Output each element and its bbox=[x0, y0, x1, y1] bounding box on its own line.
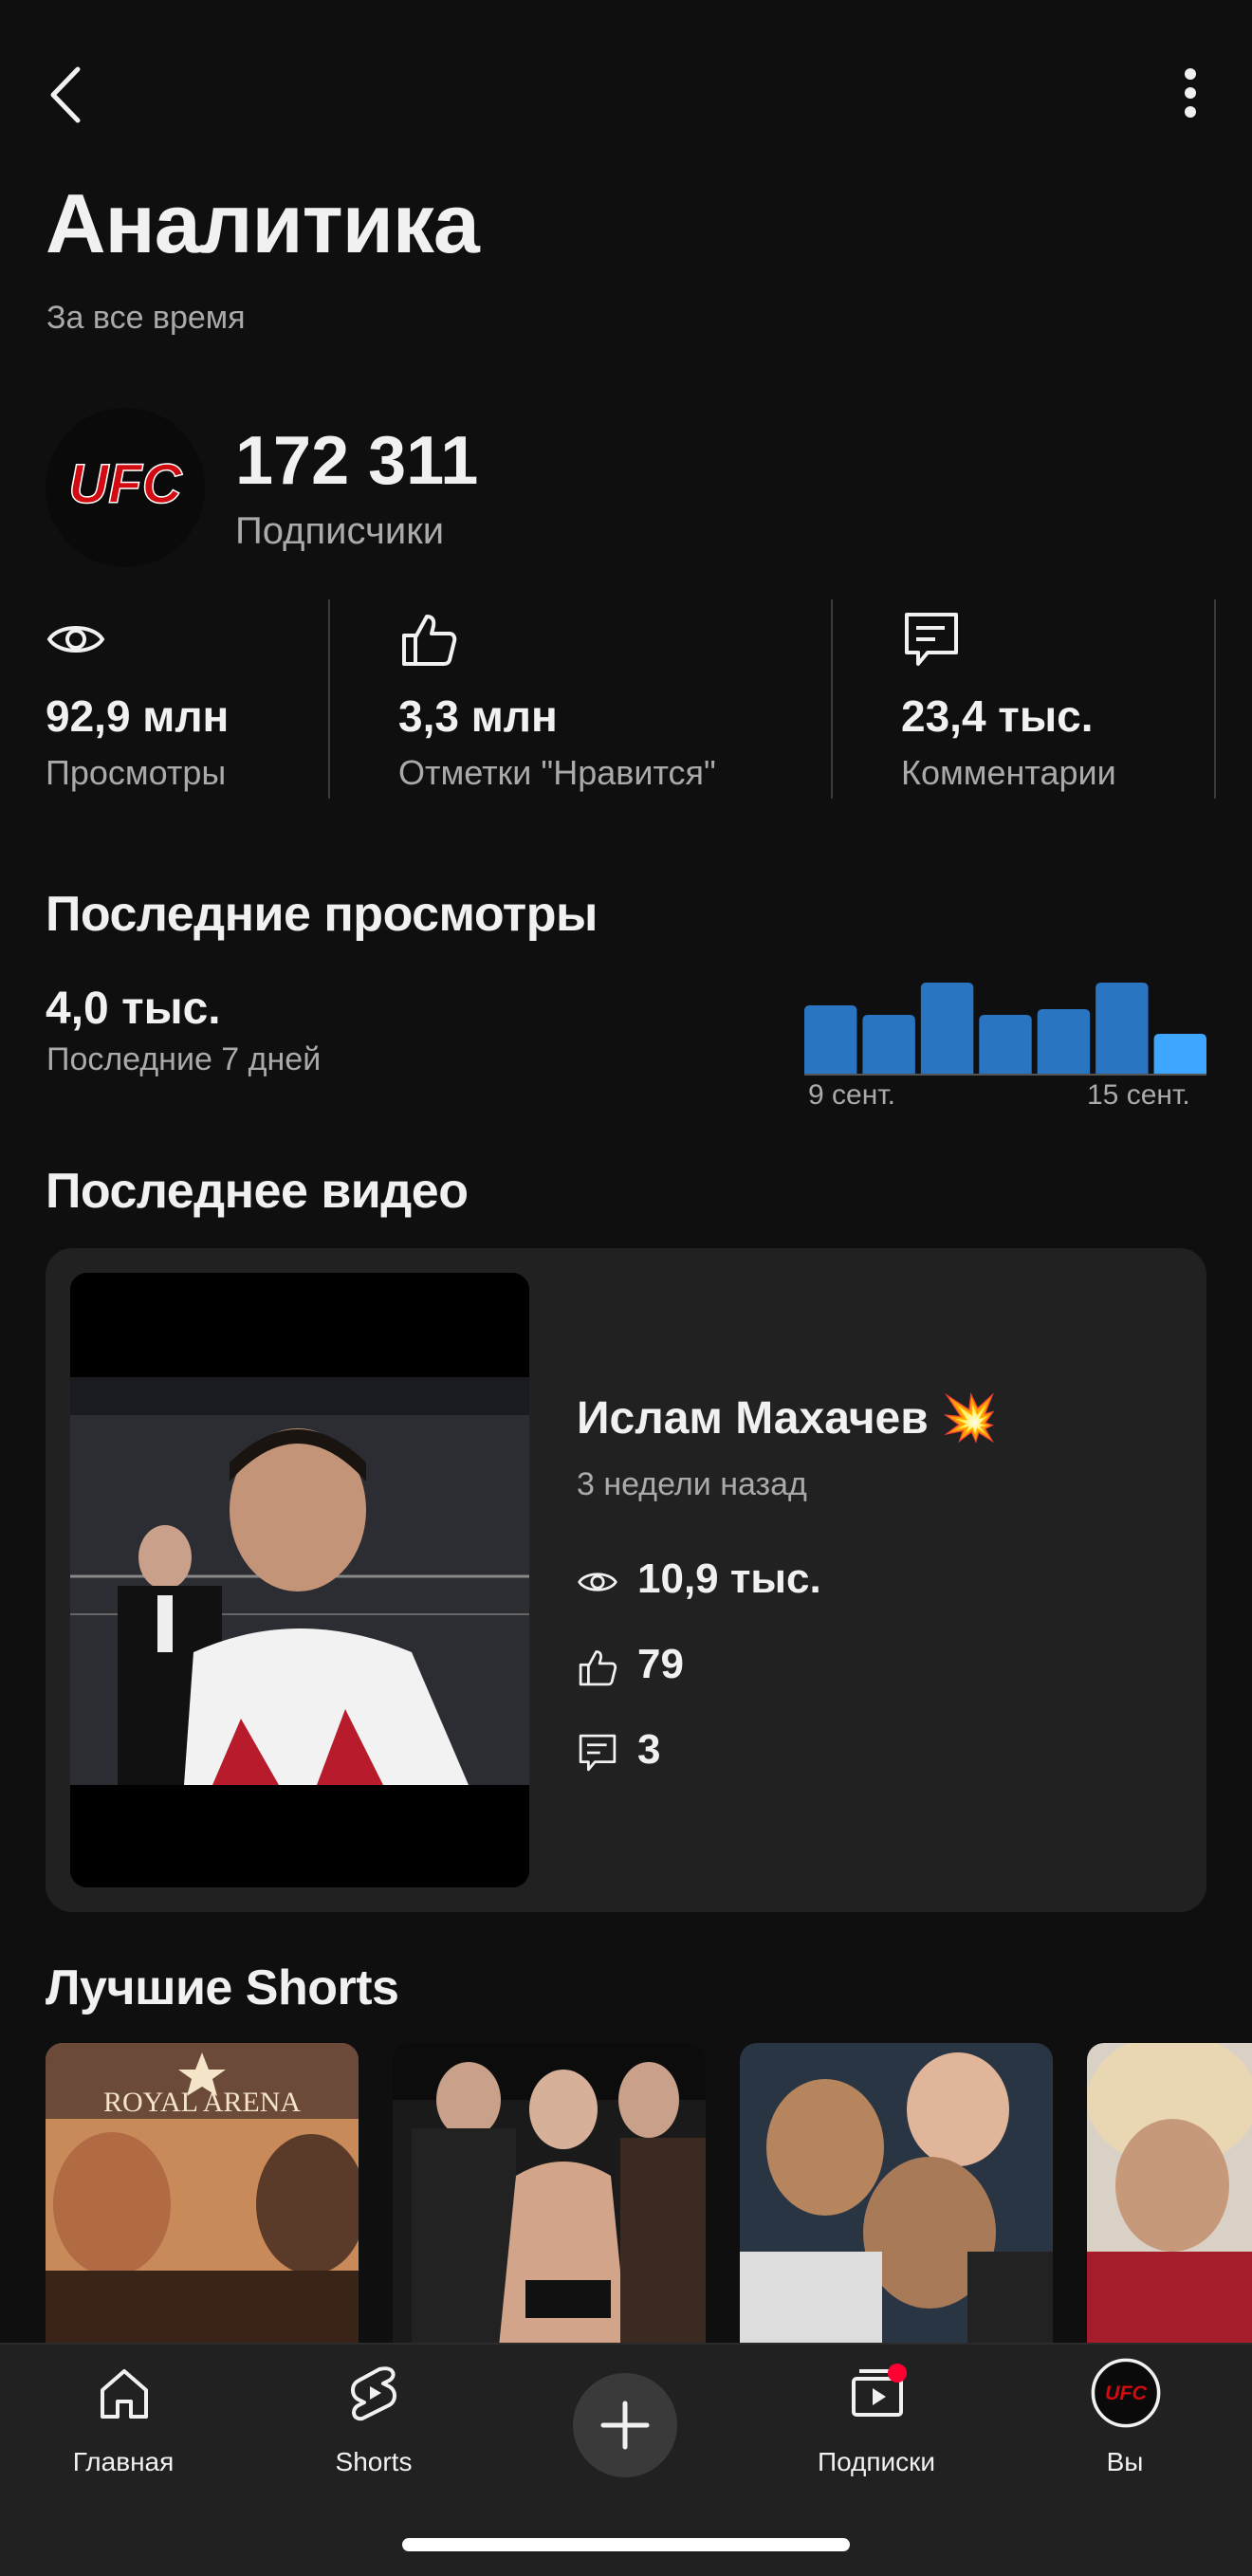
home-indicator bbox=[402, 2538, 850, 2551]
likes-value: 3,3 млн bbox=[398, 691, 558, 741]
page-subtitle: За все время bbox=[46, 300, 246, 336]
top-shorts-title: Лучшие Shorts bbox=[46, 1960, 399, 2015]
views-label: Просмотры bbox=[46, 753, 227, 792]
chart-tick-start: 9 сент. bbox=[808, 1079, 896, 1111]
short-thumbnail[interactable] bbox=[393, 2043, 706, 2346]
fighters-backstage-image bbox=[393, 2043, 706, 2346]
nav-you[interactable]: UFC Вы bbox=[1021, 2358, 1229, 2496]
eye-icon bbox=[46, 626, 105, 653]
notification-dot bbox=[888, 2364, 907, 2383]
fighter-papakha-image bbox=[1087, 2043, 1252, 2346]
video-views: 10,9 тыс. bbox=[577, 1552, 1051, 1609]
more-options-button[interactable] bbox=[1167, 64, 1214, 125]
shorts-icon bbox=[351, 2366, 396, 2421]
home-icon bbox=[101, 2369, 148, 2419]
recent-views-title: Последние просмотры bbox=[46, 887, 598, 942]
short-thumbnail[interactable] bbox=[1087, 2043, 1252, 2346]
chart-bar bbox=[1037, 1009, 1091, 1074]
chart-bar bbox=[862, 1015, 915, 1074]
fighters-faceoff-image: ROYAL ARENA bbox=[46, 2043, 359, 2346]
chart-bar bbox=[804, 1005, 857, 1074]
comment-icon bbox=[579, 1734, 617, 1772]
video-likes-value: 79 bbox=[637, 1641, 684, 1687]
nav-you-label: Вы bbox=[1106, 2447, 1144, 2476]
channel-stats: 92,9 млн Просмотры 3,3 млн Отметки "Нрав… bbox=[0, 599, 1252, 799]
recent-views-value: 4,0 тыс. bbox=[46, 984, 221, 1034]
chart-bar bbox=[1153, 1034, 1206, 1074]
nav-shorts[interactable]: Shorts bbox=[269, 2364, 478, 2496]
channel-summary: UFC 172 311 Подписчики bbox=[46, 408, 1184, 569]
video-comments: 3 bbox=[577, 1722, 1051, 1779]
shorts-carousel[interactable]: ROYAL ARENA bbox=[46, 2043, 1252, 2346]
comments-label: Комментарии bbox=[901, 753, 1116, 792]
chart-bar bbox=[1096, 983, 1149, 1074]
subscriptions-icon bbox=[852, 2364, 907, 2417]
short-thumbnail[interactable]: ROYAL ARENA bbox=[46, 2043, 359, 2346]
subscribers-label: Подписчики bbox=[235, 510, 445, 552]
eye-icon bbox=[578, 1573, 617, 1592]
svg-text:UFC: UFC bbox=[68, 453, 182, 515]
fighters-weighin-image bbox=[740, 2043, 1053, 2346]
comment-icon bbox=[905, 613, 958, 666]
likes-label: Отметки "Нравится" bbox=[398, 753, 716, 792]
comments-value: 23,4 тыс. bbox=[901, 691, 1094, 741]
thumbs-up-icon bbox=[579, 1650, 617, 1686]
avatar-icon: UFC bbox=[1091, 2358, 1161, 2428]
channel-avatar[interactable]: UFC bbox=[46, 408, 205, 567]
chart-tick-end: 15 сент. bbox=[1087, 1079, 1190, 1111]
video-title-text: Ислам Махачев bbox=[577, 1393, 929, 1444]
chart-bar bbox=[979, 1015, 1032, 1074]
collision-emoji-icon: 💥 bbox=[941, 1391, 998, 1444]
bottom-navigation: Главная Shorts Подписки UFC Вы bbox=[0, 2343, 1252, 2576]
nav-shorts-label: Shorts bbox=[335, 2447, 413, 2476]
latest-video-card[interactable]: Ислам Махачев 💥 3 недели назад 10,9 тыс.… bbox=[46, 1248, 1206, 1912]
chevron-left-icon bbox=[50, 66, 81, 123]
plus-icon bbox=[600, 2401, 650, 2450]
recent-views-label: Последние 7 дней bbox=[46, 1041, 322, 1077]
top-bar bbox=[0, 47, 1252, 142]
latest-video-title: Последнее видео bbox=[46, 1164, 469, 1219]
chart-bar bbox=[920, 983, 974, 1074]
ufc-logo: UFC bbox=[46, 408, 205, 567]
nav-avatar-text: UFC bbox=[1105, 2382, 1148, 2404]
nav-subscriptions-label: Подписки bbox=[817, 2447, 936, 2476]
thumbs-up-icon bbox=[402, 615, 457, 666]
video-likes: 79 bbox=[577, 1637, 1051, 1694]
video-thumbnail[interactable] bbox=[70, 1273, 529, 1887]
video-title[interactable]: Ислам Махачев 💥 bbox=[577, 1390, 998, 1444]
short-thumbnail[interactable] bbox=[740, 2043, 1053, 2346]
short-thumb-text: ROYAL ARENA bbox=[103, 2087, 301, 2118]
video-comments-value: 3 bbox=[637, 1726, 661, 1773]
fighter-image bbox=[70, 1273, 529, 1887]
nav-home-label: Главная bbox=[72, 2447, 175, 2476]
nav-subscriptions[interactable]: Подписки bbox=[772, 2364, 981, 2496]
create-button[interactable] bbox=[573, 2373, 677, 2477]
video-age: 3 недели назад bbox=[577, 1466, 807, 1502]
page-title: Аналитика bbox=[46, 176, 480, 270]
stat-views[interactable]: 92,9 млн Просмотры bbox=[46, 599, 321, 799]
stat-comments[interactable]: 23,4 тыс. Комментарии bbox=[901, 599, 1205, 799]
divider bbox=[328, 599, 330, 799]
nav-home[interactable]: Главная bbox=[19, 2364, 228, 2496]
back-button[interactable] bbox=[38, 62, 99, 128]
subscribers-count: 172 311 bbox=[235, 423, 479, 499]
views-value: 92,9 млн bbox=[46, 691, 230, 741]
divider bbox=[831, 599, 833, 799]
video-views-value: 10,9 тыс. bbox=[637, 1555, 821, 1602]
more-vert-icon bbox=[1185, 68, 1196, 118]
stat-likes[interactable]: 3,3 млн Отметки "Нравится" bbox=[398, 599, 816, 799]
divider bbox=[1214, 599, 1216, 799]
